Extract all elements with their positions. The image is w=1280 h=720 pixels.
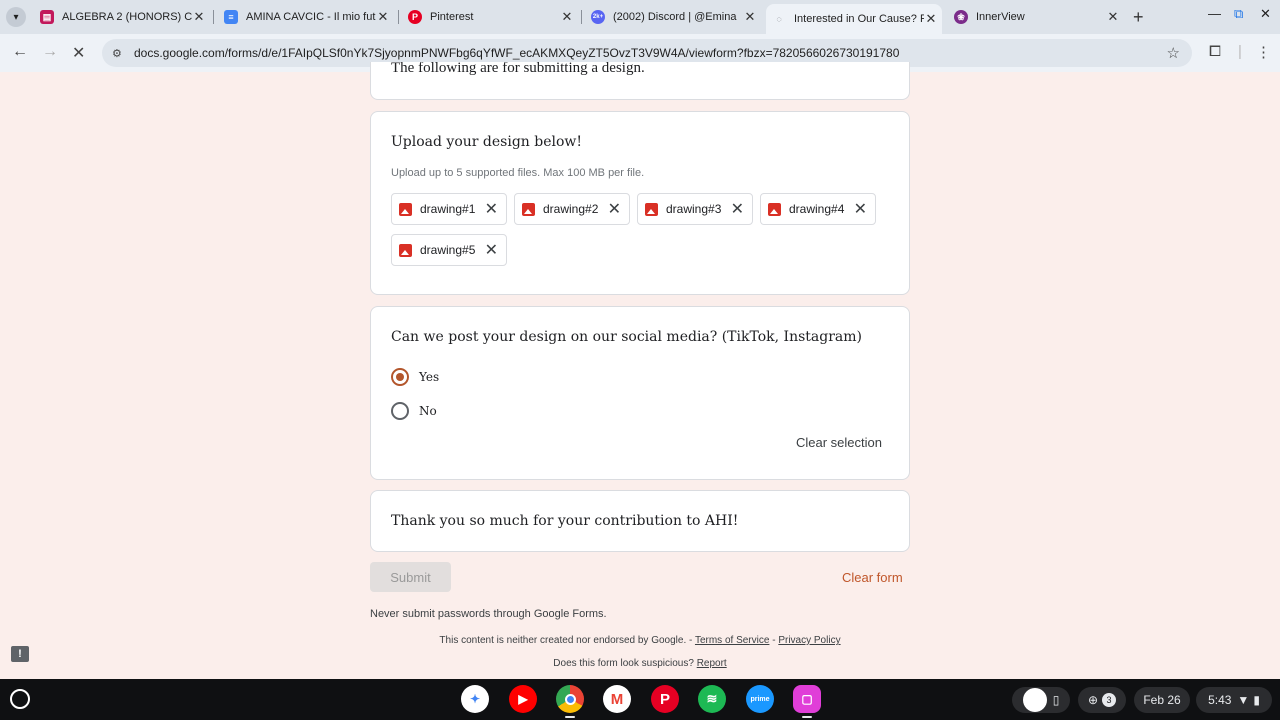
file-icon: ▯ — [1052, 693, 1060, 707]
radio-button[interactable] — [391, 402, 409, 420]
add-circle-icon: ⊕ — [1087, 693, 1099, 707]
close-icon[interactable]: ✕ — [560, 9, 574, 25]
remove-file-icon[interactable]: ✕ — [608, 199, 621, 219]
thank-you-text: Thank you so much for your contribution … — [391, 513, 739, 529]
date-tray[interactable]: Feb 26 — [1134, 687, 1190, 713]
status-tray[interactable]: 5:43 ▼ ▮ — [1196, 687, 1272, 713]
url-text: docs.google.com/forms/d/e/1FAIpQLSf0nYk7… — [134, 46, 900, 60]
social-media-question-card: Can we post your design on our social me… — [370, 306, 910, 480]
submit-button[interactable]: Submit — [370, 562, 451, 592]
radio-option-yes[interactable]: Yes — [391, 368, 439, 386]
radio-button-checked[interactable] — [391, 368, 409, 386]
tab-algebra[interactable]: ▤ ALGEBRA 2 (HONORS) CC | ✕ — [34, 4, 210, 30]
close-icon[interactable]: ✕ — [743, 9, 757, 25]
privacy-link[interactable]: Privacy Policy — [778, 635, 840, 646]
bookmark-star-icon[interactable]: ☆ — [1167, 44, 1180, 62]
forward-arrow-icon[interactable]: → — [42, 43, 58, 61]
youtube-icon[interactable]: ▶ — [509, 685, 537, 713]
loading-icon: ◌ — [776, 14, 782, 24]
classroom-icon: ▤ — [40, 10, 54, 24]
remove-file-icon[interactable]: ✕ — [485, 240, 498, 260]
tote-holding-space[interactable]: ▯ — [1012, 687, 1070, 713]
gmail-icon[interactable]: M — [603, 685, 631, 713]
docs-icon: ≡ — [224, 10, 238, 24]
previous-question-card: The following are for submitting a desig… — [370, 62, 910, 100]
gemini-icon[interactable]: ✦ — [461, 685, 489, 713]
thank-you-card: Thank you so much for your contribution … — [370, 490, 910, 552]
new-tab-button[interactable]: + — [1133, 7, 1144, 28]
close-icon[interactable]: ✕ — [1106, 9, 1120, 25]
prime-video-icon[interactable]: prime — [746, 685, 774, 713]
radio-option-no[interactable]: No — [391, 402, 437, 420]
tab-amina-doc[interactable]: ≡ AMINA CAVCIC - Il mio fut ✕ — [218, 4, 394, 30]
close-icon[interactable]: ✕ — [192, 9, 206, 25]
file-chip[interactable]: drawing#1 ✕ — [391, 193, 507, 225]
spotify-icon[interactable]: ≋ — [698, 685, 726, 713]
back-arrow-icon[interactable]: ← — [12, 43, 28, 61]
pinterest-icon: P — [408, 10, 422, 24]
app-icon[interactable]: ▢ — [793, 685, 821, 713]
terms-link[interactable]: Terms of Service — [695, 635, 769, 646]
report-link[interactable]: Report — [697, 658, 727, 669]
image-file-icon — [522, 202, 535, 216]
password-warning: Never submit passwords through Google Fo… — [370, 608, 607, 620]
stop-loading-icon[interactable]: ✕ — [72, 43, 85, 63]
menu-icon[interactable]: ⋮ — [1256, 43, 1271, 61]
tab-discord[interactable]: 2k+ (2002) Discord | @Emina ✕ — [585, 4, 761, 30]
extensions-icon[interactable]: ⧠ — [1209, 43, 1221, 60]
notification-center[interactable]: ⊕ 3 — [1078, 687, 1126, 713]
window-close-icon[interactable]: ✕ — [1260, 6, 1271, 22]
site-info-icon[interactable]: ⚙ — [112, 47, 126, 60]
minimize-icon[interactable]: — — [1208, 6, 1221, 21]
close-icon[interactable]: ✕ — [376, 9, 390, 25]
file-chip[interactable]: drawing#2 ✕ — [514, 193, 630, 225]
clear-form-button[interactable]: Clear form — [842, 570, 903, 585]
image-file-icon — [399, 202, 412, 216]
innerview-icon: ❀ — [954, 10, 968, 24]
remove-file-icon[interactable]: ✕ — [731, 199, 744, 219]
pinterest-icon[interactable]: P — [651, 685, 679, 713]
notification-count: 3 — [1102, 693, 1117, 707]
remove-file-icon[interactable]: ✕ — [854, 199, 867, 219]
wifi-icon: ▼ — [1237, 693, 1250, 707]
upload-help-text: Upload up to 5 supported files. Max 100 … — [391, 167, 645, 179]
tab-search-dropdown[interactable]: ▾ — [6, 7, 26, 27]
footer-disclaimer: This content is neither created nor endo… — [439, 635, 841, 646]
system-shelf: ✦ ▶ M P ≋ prime ▢ ▯ ⊕ 3 Feb 26 5:43 ▼ ▮ — [0, 679, 1280, 720]
toolbar-divider: | — [1238, 43, 1242, 60]
remove-file-icon[interactable]: ✕ — [485, 199, 498, 219]
feedback-icon[interactable]: ! — [11, 646, 29, 662]
restore-icon[interactable]: ⧉ — [1234, 6, 1243, 22]
file-chip[interactable]: drawing#4 ✕ — [760, 193, 876, 225]
file-chip[interactable]: drawing#3 ✕ — [637, 193, 753, 225]
image-file-icon — [645, 202, 658, 216]
launcher-icon[interactable] — [10, 689, 30, 709]
clear-selection-button[interactable]: Clear selection — [796, 435, 882, 450]
clock-time: 5:43 — [1208, 693, 1232, 707]
upload-question-card: Upload your design below! Upload up to 5… — [370, 111, 910, 295]
chrome-icon[interactable] — [556, 685, 584, 713]
tab-pinterest[interactable]: P Pinterest ✕ — [402, 4, 578, 30]
tab-strip: ▾ ▤ ALGEBRA 2 (HONORS) CC | ✕ ≡ AMINA CA… — [0, 0, 1280, 34]
image-file-icon — [399, 243, 412, 257]
image-file-icon — [768, 202, 781, 216]
footer-report: Does this form look suspicious? Report — [553, 658, 727, 669]
close-icon[interactable]: ✕ — [924, 11, 938, 27]
tab-innerview[interactable]: ❀ InnerView ✕ — [948, 4, 1124, 30]
battery-icon: ▮ — [1253, 693, 1260, 707]
upload-question-title: Upload your design below! — [391, 134, 583, 150]
discord-icon: 2k+ — [591, 10, 605, 24]
social-question-title: Can we post your design on our social me… — [391, 329, 862, 345]
file-chip[interactable]: drawing#5 ✕ — [391, 234, 507, 266]
tab-forms-active[interactable]: ◌ Interested in Our Cause? Re ✕ — [766, 4, 942, 34]
